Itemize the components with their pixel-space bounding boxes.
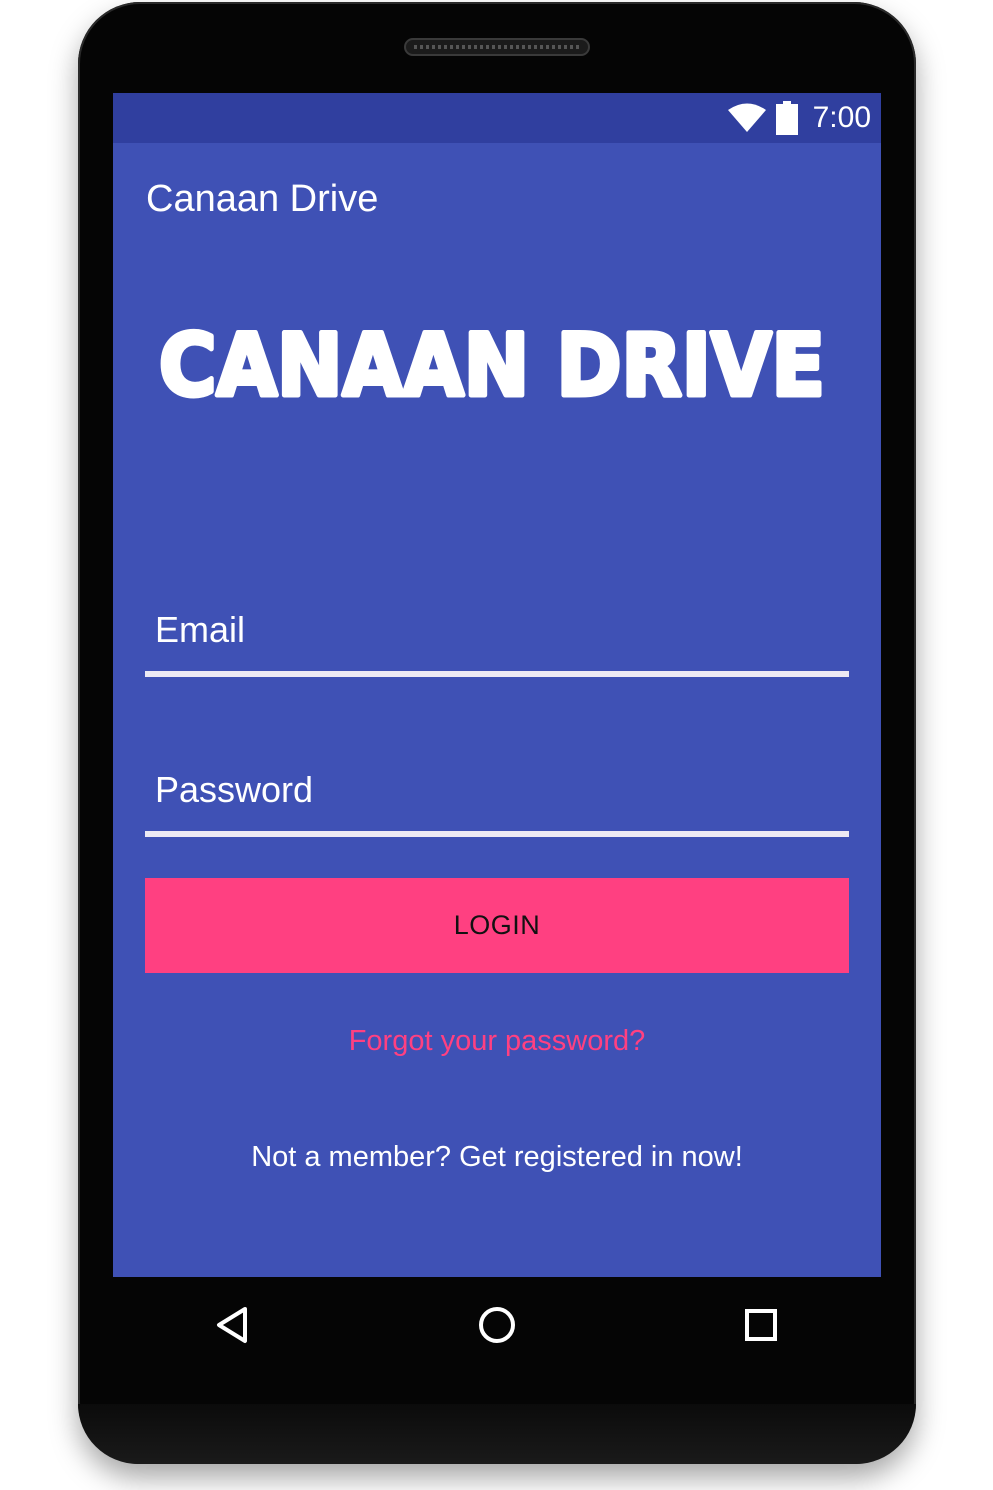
back-icon[interactable] (211, 1303, 255, 1347)
earpiece-speaker (404, 38, 590, 56)
password-underline (145, 831, 849, 837)
wifi-icon (728, 103, 766, 132)
navigation-bar (113, 1277, 881, 1373)
recents-icon[interactable] (739, 1303, 783, 1347)
register-link[interactable]: Not a member? Get registered in now! (113, 1139, 881, 1175)
logo-text: CANAAN DRIVE (159, 316, 825, 416)
phone-chin (78, 1404, 916, 1464)
app-logo: CANAAN DRIVE (157, 314, 828, 419)
password-input[interactable] (145, 755, 849, 825)
email-field (145, 595, 849, 677)
battery-icon (776, 101, 798, 135)
password-field (145, 755, 849, 837)
login-button[interactable]: LOGIN (145, 878, 849, 973)
home-icon[interactable] (475, 1303, 519, 1347)
email-underline (145, 671, 849, 677)
status-bar: 7:00 (113, 93, 881, 143)
status-time: 7:00 (812, 101, 871, 134)
app-bar-title: Canaan Drive (146, 178, 379, 220)
email-input[interactable] (145, 595, 849, 665)
app-screen: 7:00 Canaan Drive CANAAN DRIVE LOGIN For… (113, 93, 881, 1277)
forgot-password-link[interactable]: Forgot your password? (113, 1023, 881, 1059)
